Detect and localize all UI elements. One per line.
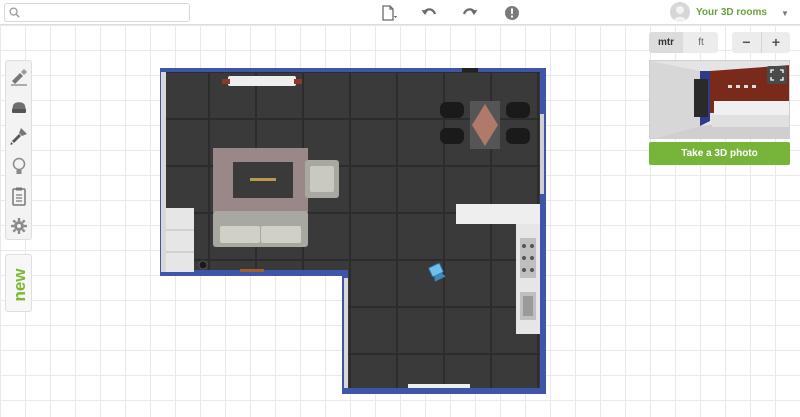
new-document-icon[interactable] [380,4,398,22]
left-toolbar [5,60,32,240]
fullscreen-icon [767,66,787,84]
right-wall-shelf [540,114,544,194]
3d-preview[interactable] [649,60,790,139]
chevron-down-icon: ▼ [781,9,789,18]
new-items-tab[interactable]: new [5,254,32,312]
left-wall-shelf [161,72,166,272]
settings-icon[interactable] [9,216,29,236]
floor-plan[interactable] [158,66,548,396]
search-input[interactable] [4,3,190,22]
furniture-icon[interactable] [9,96,29,116]
search-icon [9,7,20,18]
lighting-icon[interactable] [9,156,29,176]
side-cabinet[interactable] [166,208,194,272]
tv-unit[interactable] [228,76,296,86]
clipboard-icon[interactable] [9,186,29,206]
take-3d-photo-button[interactable]: Take a 3D photo [649,142,790,165]
account-name: Your 3D rooms [696,7,767,18]
zoom-controls: − + [732,32,790,53]
zoom-out-button[interactable]: − [732,32,761,53]
top-bar: Your 3D rooms ▼ [0,0,800,25]
draw-walls-icon[interactable] [9,66,29,86]
door[interactable] [408,384,470,388]
3d-preview-image [650,61,789,138]
new-label: new [10,268,29,302]
kitchen-counter[interactable] [456,204,540,224]
avatar [670,2,690,22]
account-menu[interactable]: Your 3D rooms ▼ [670,0,800,25]
unit-feet-button[interactable]: ft [684,32,718,53]
zoom-in-button[interactable]: + [761,32,790,53]
help-icon[interactable] [503,4,521,22]
paint-icon[interactable] [9,126,29,146]
unit-toggle: mtr ft [649,32,718,53]
redo-icon[interactable] [461,4,479,22]
undo-icon[interactable] [420,4,438,22]
unit-meters-button[interactable]: mtr [649,32,683,53]
